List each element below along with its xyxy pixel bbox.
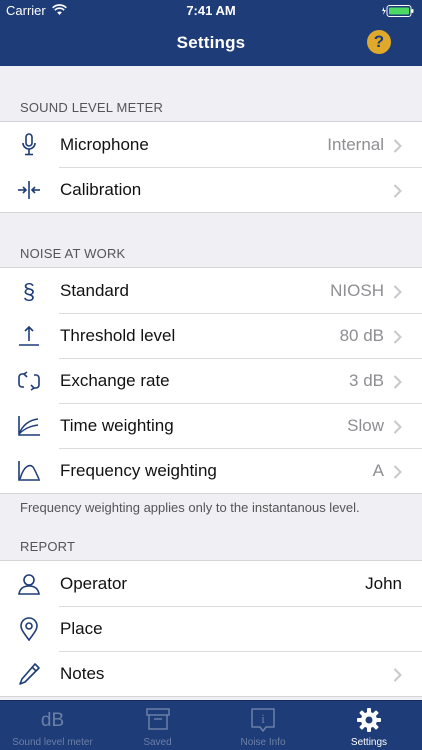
chevron-right-icon xyxy=(393,668,402,682)
section-header-sound-level-meter: SOUND LEVEL METER xyxy=(20,100,164,115)
frequency-weighting-row[interactable]: Frequency weighting A xyxy=(0,448,422,493)
section-sign-icon: § xyxy=(23,279,35,303)
operator-row[interactable]: Operator John xyxy=(0,561,422,606)
notes-label: Notes xyxy=(60,664,105,683)
noise-at-work-group: § Standard NIOSH Threshold level 80 dB E… xyxy=(0,267,422,494)
report-group: Operator John Place Notes xyxy=(0,560,422,697)
tab-sound-level-meter[interactable]: dB Sound level meter xyxy=(0,701,105,750)
time-weighting-row[interactable]: Time weighting Slow xyxy=(0,403,422,448)
tab-settings[interactable]: Settings xyxy=(316,701,422,750)
chevron-right-icon xyxy=(393,375,402,389)
exchange-rate-value: 3 dB xyxy=(349,371,384,390)
tab-saved[interactable]: Saved xyxy=(105,701,210,750)
standard-row[interactable]: § Standard NIOSH xyxy=(0,268,422,313)
time-weighting-label: Time weighting xyxy=(60,416,174,435)
threshold-level-row[interactable]: Threshold level 80 dB xyxy=(0,313,422,358)
sound-level-meter-group: Microphone Internal Calibration xyxy=(0,121,422,213)
time-weighting-curve-icon xyxy=(18,416,40,436)
threshold-arrow-icon xyxy=(19,325,39,346)
frequency-weighting-value: A xyxy=(372,461,384,480)
tab-label: Sound level meter xyxy=(12,737,93,748)
info-icon: i xyxy=(251,708,275,732)
person-icon xyxy=(18,574,40,595)
calibration-icon xyxy=(18,181,40,199)
standard-label: Standard xyxy=(60,281,129,300)
frequency-weighting-curve-icon xyxy=(18,461,40,481)
notes-row[interactable]: Notes xyxy=(0,651,422,696)
microphone-row[interactable]: Microphone Internal xyxy=(0,122,422,167)
chevron-right-icon xyxy=(393,184,402,198)
frequency-weighting-label: Frequency weighting xyxy=(60,461,217,480)
settings-screen: Carrier 7:41 AM Settings ? SOUND LEVEL M… xyxy=(0,0,422,750)
tab-label: Saved xyxy=(143,737,172,748)
tab-label: Settings xyxy=(350,737,388,748)
operator-value: John xyxy=(365,574,402,593)
status-time: 7:41 AM xyxy=(186,3,236,18)
tab-bar: dB Sound level meter Saved i Noise Info xyxy=(0,700,422,750)
help-button[interactable]: ? xyxy=(367,30,391,54)
place-label: Place xyxy=(60,619,103,638)
place-row[interactable]: Place xyxy=(0,606,422,651)
chevron-right-icon xyxy=(393,465,402,479)
tab-label: Noise Info xyxy=(240,737,286,748)
operator-label: Operator xyxy=(60,574,128,593)
chevron-right-icon xyxy=(393,285,402,299)
svg-text:§: § xyxy=(23,279,35,303)
db-icon: dB xyxy=(40,710,65,731)
chevron-right-icon xyxy=(393,139,402,153)
chevron-right-icon xyxy=(393,330,402,344)
location-pin-icon xyxy=(20,617,38,641)
section-header-report: REPORT xyxy=(20,539,76,554)
microphone-value: Internal xyxy=(327,135,384,154)
chevron-right-icon xyxy=(393,420,402,434)
standard-value: NIOSH xyxy=(330,281,384,300)
page-title: Settings xyxy=(176,33,246,52)
frequency-weighting-footnote: Frequency weighting applies only to the … xyxy=(20,500,360,515)
gear-icon xyxy=(357,708,381,732)
navigation-header: Carrier 7:41 AM Settings ? xyxy=(0,0,422,66)
battery-icon xyxy=(382,5,414,17)
threshold-level-value: 80 dB xyxy=(339,326,384,345)
calibration-row[interactable]: Calibration xyxy=(0,167,422,212)
microphone-label: Microphone xyxy=(60,135,149,154)
section-header-noise-at-work: NOISE AT WORK xyxy=(20,246,126,261)
saved-box-icon xyxy=(145,708,170,730)
svg-text:i: i xyxy=(261,711,265,726)
exchange-rate-row[interactable]: Exchange rate 3 dB xyxy=(0,358,422,403)
time-weighting-value: Slow xyxy=(347,416,384,435)
exchange-rate-label: Exchange rate xyxy=(60,371,170,390)
threshold-level-label: Threshold level xyxy=(60,326,176,345)
exchange-icon xyxy=(18,371,40,391)
calibration-label: Calibration xyxy=(60,180,142,199)
tab-noise-info[interactable]: i Noise Info xyxy=(210,701,316,750)
microphone-icon xyxy=(22,133,36,156)
status-bar: Carrier 7:41 AM xyxy=(0,0,422,22)
pen-icon xyxy=(19,663,40,685)
